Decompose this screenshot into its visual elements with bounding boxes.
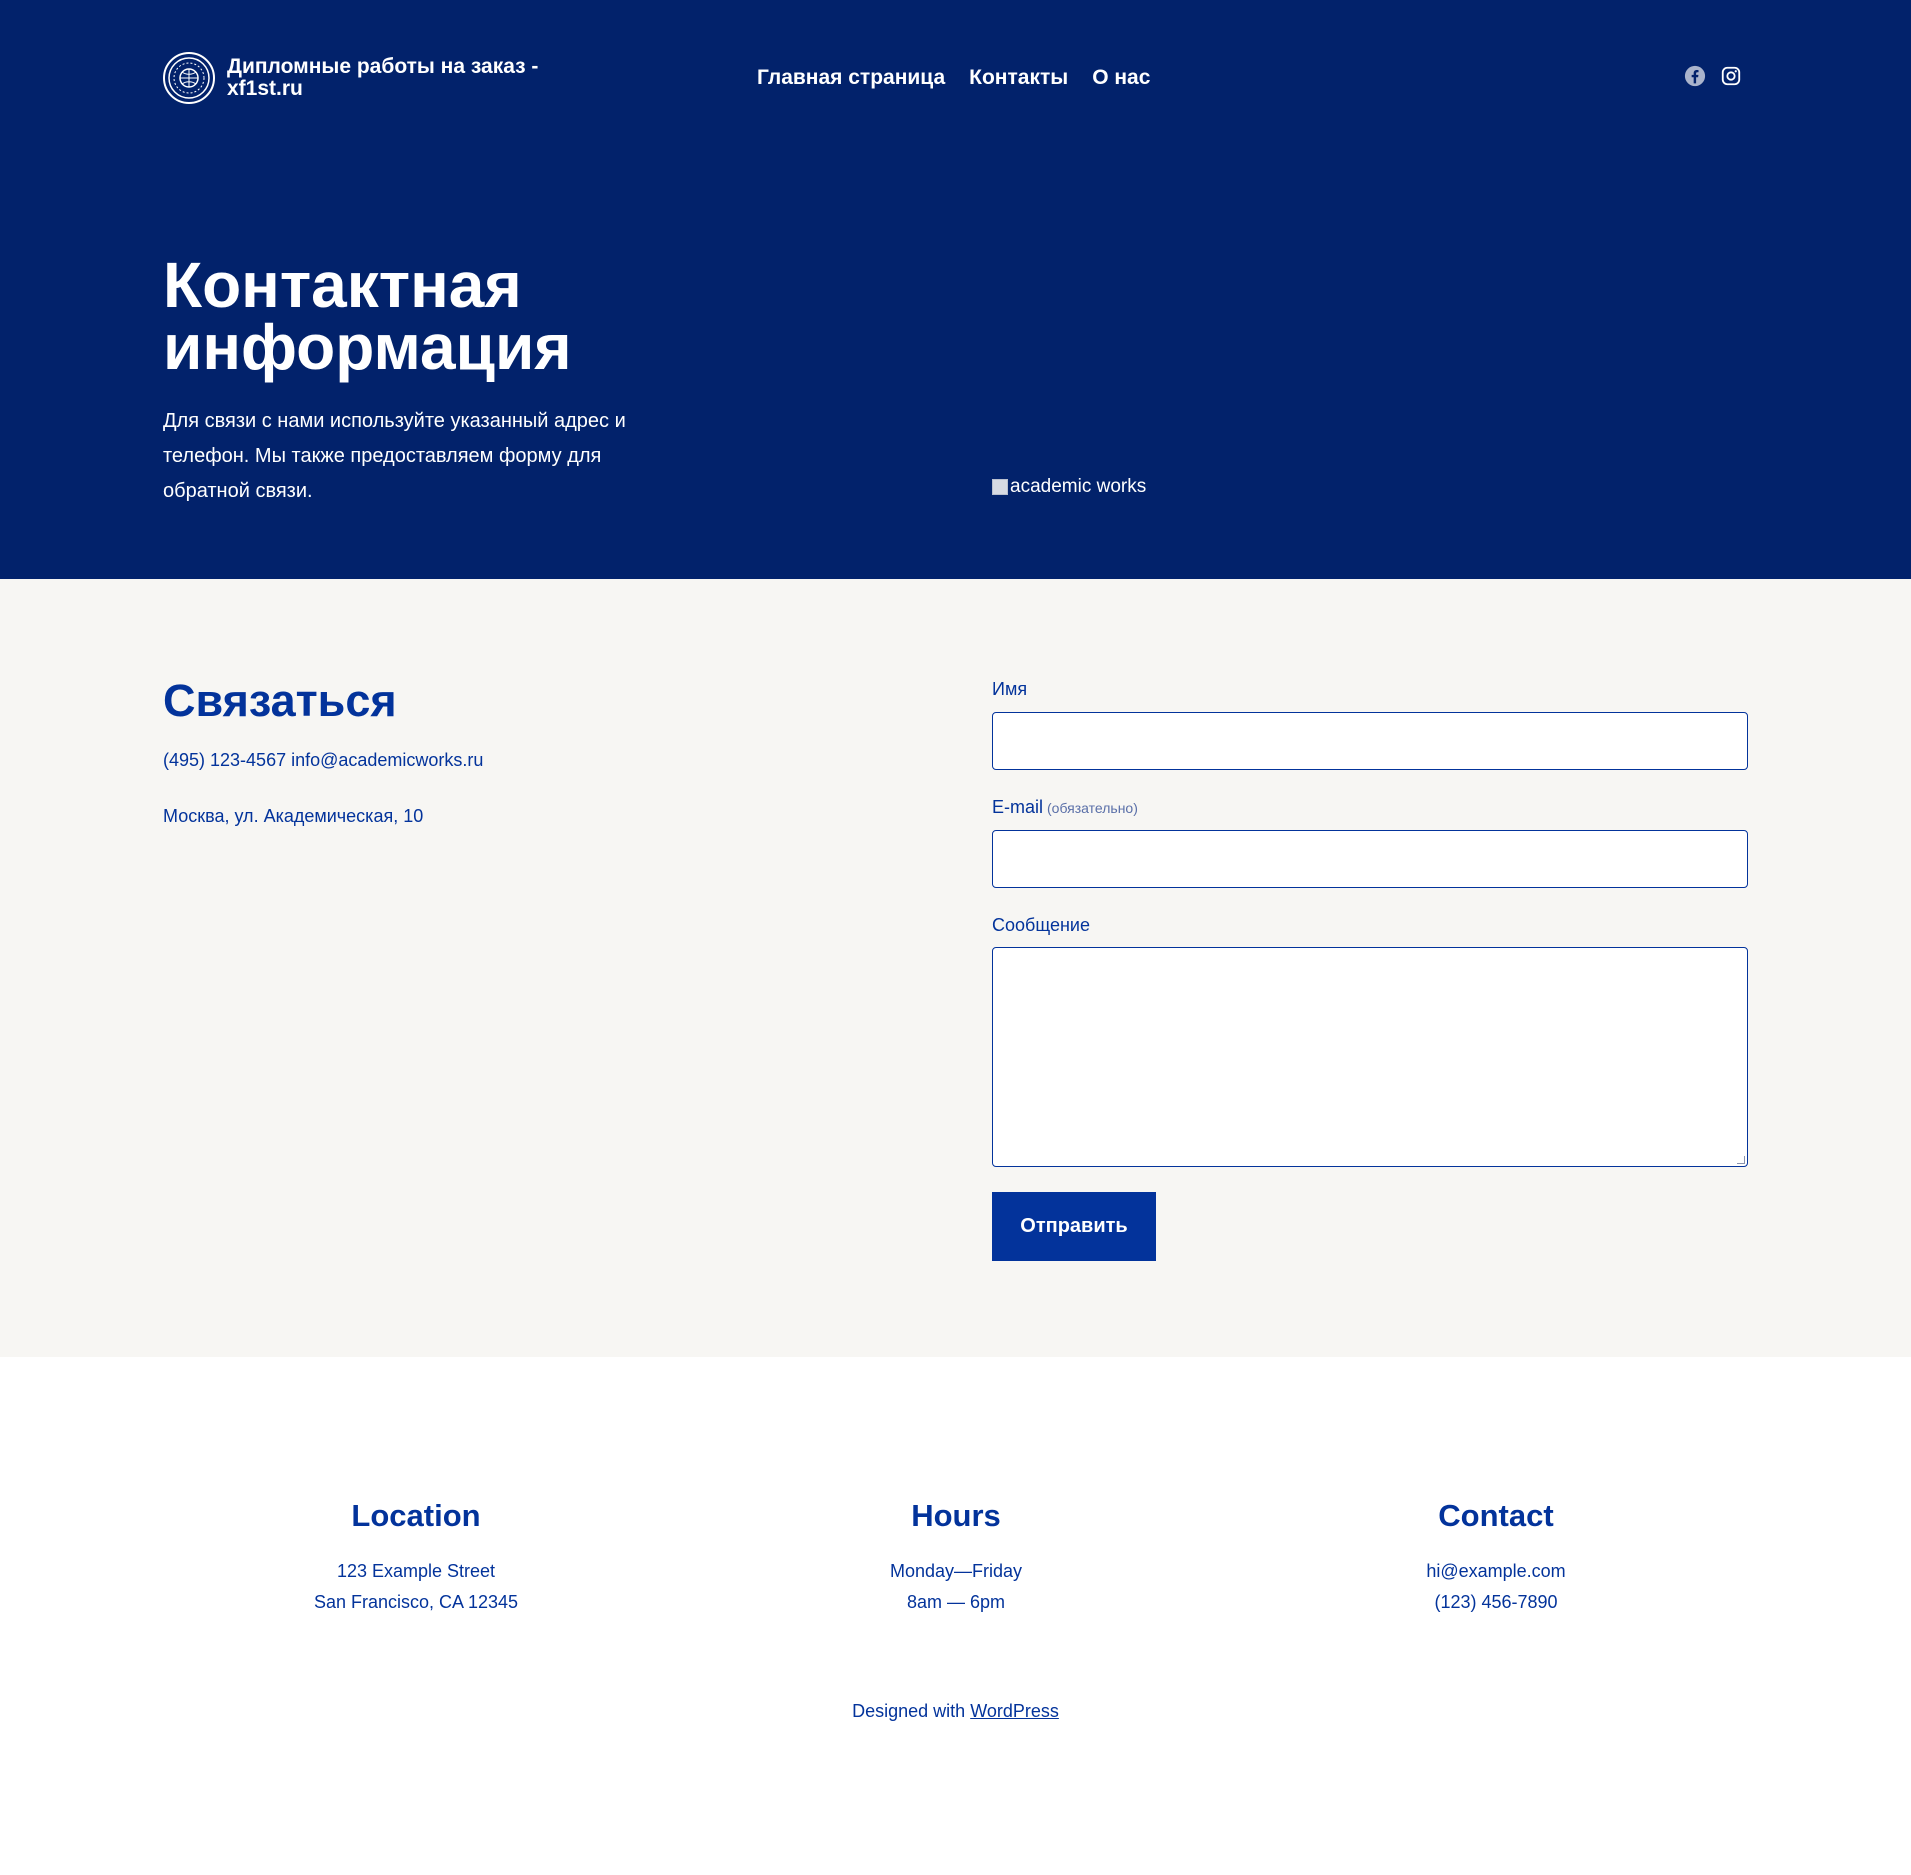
footer-hours-line1: Monday—Friday [889,1561,1023,1581]
credit-prefix: Designed with [852,1701,971,1721]
email-required-note: (обязательно) [1047,800,1138,816]
footer-contact-phone[interactable]: (123) 456-7890 [1296,1587,1696,1618]
footer-contact: Contact hi@example.com (123) 456-7890 [1296,1498,1696,1618]
footer-location-heading: Location [351,1498,481,1533]
resize-handle-icon[interactable] [1737,1156,1745,1164]
social-links [1683,64,1755,88]
name-field[interactable] [992,712,1748,770]
hero-description: Для связи с нами используйте указанный а… [163,410,626,502]
submit-button[interactable]: Отправить [992,1192,1156,1261]
broken-image-icon [992,479,1008,495]
footer-credit: Designed with WordPress [0,1701,1911,1722]
name-label: Имя [992,679,1028,699]
instagram-icon[interactable] [1719,64,1743,88]
hero-section: Дипломные работы на заказ - xf1st.ru Гла… [0,0,1911,579]
footer-contact-email[interactable]: hi@example.com [1296,1556,1696,1587]
globe-seal-icon[interactable] [163,52,215,104]
footer-location-line1: 123 Example Street [336,1561,496,1581]
wordpress-link[interactable]: WordPress [970,1701,1059,1721]
footer-hours-line2: 8am — 6pm [906,1592,1006,1612]
contact-section: Связаться (495) 123-4567 info@academicwo… [0,579,1911,1357]
main-nav: Главная страница Контакты О нас [757,66,1174,90]
email-field[interactable] [992,830,1748,888]
hero-image-alt: academic works [1010,476,1147,497]
footer-hours: Hours Monday—Friday 8am — 6pm [756,1498,1156,1618]
site-title[interactable]: Дипломные работы на заказ - xf1st.ru [227,56,567,100]
contact-phone-email: (495) 123-4567 info@academicworks.ru [163,750,484,770]
hero-image: academic works [992,476,1146,498]
facebook-icon[interactable] [1683,64,1707,88]
footer-contact-heading: Contact [1438,1498,1554,1533]
contact-address: Москва, ул. Академическая, 10 [163,806,424,826]
footer-location: Location 123 Example Street San Francisc… [216,1498,616,1618]
email-label-text: E-mail [992,797,1044,817]
contact-heading: Связаться [163,675,397,726]
site-brand[interactable]: Дипломные работы на заказ - xf1st.ru [163,52,567,104]
nav-item-about[interactable]: О нас [1092,66,1150,90]
message-field[interactable] [992,947,1748,1167]
footer-hours-heading: Hours [911,1498,1001,1533]
page-title: Контактная информация [163,249,572,383]
footer-location-line2: San Francisco, CA 12345 [313,1592,519,1612]
nav-item-contacts[interactable]: Контакты [969,66,1068,90]
nav-item-home[interactable]: Главная страница [757,66,945,90]
message-label: Сообщение [992,915,1090,935]
email-label: E-mail (обязательно) [992,797,1138,818]
